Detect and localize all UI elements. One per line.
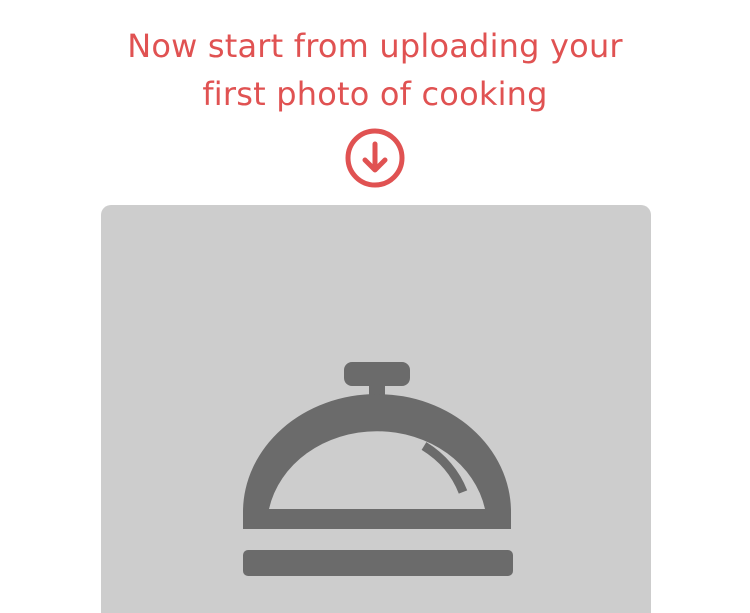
food-cloche-icon [241, 362, 517, 582]
arrow-down-circle-icon [345, 128, 405, 188]
upload-prompt-line-1: Now start from uploading your [127, 27, 623, 65]
upload-prompt-line-2: first photo of cooking [202, 75, 548, 113]
photo-upload-area[interactable] [101, 205, 651, 613]
upload-prompt-heading: Now start from uploading your first phot… [0, 22, 750, 118]
